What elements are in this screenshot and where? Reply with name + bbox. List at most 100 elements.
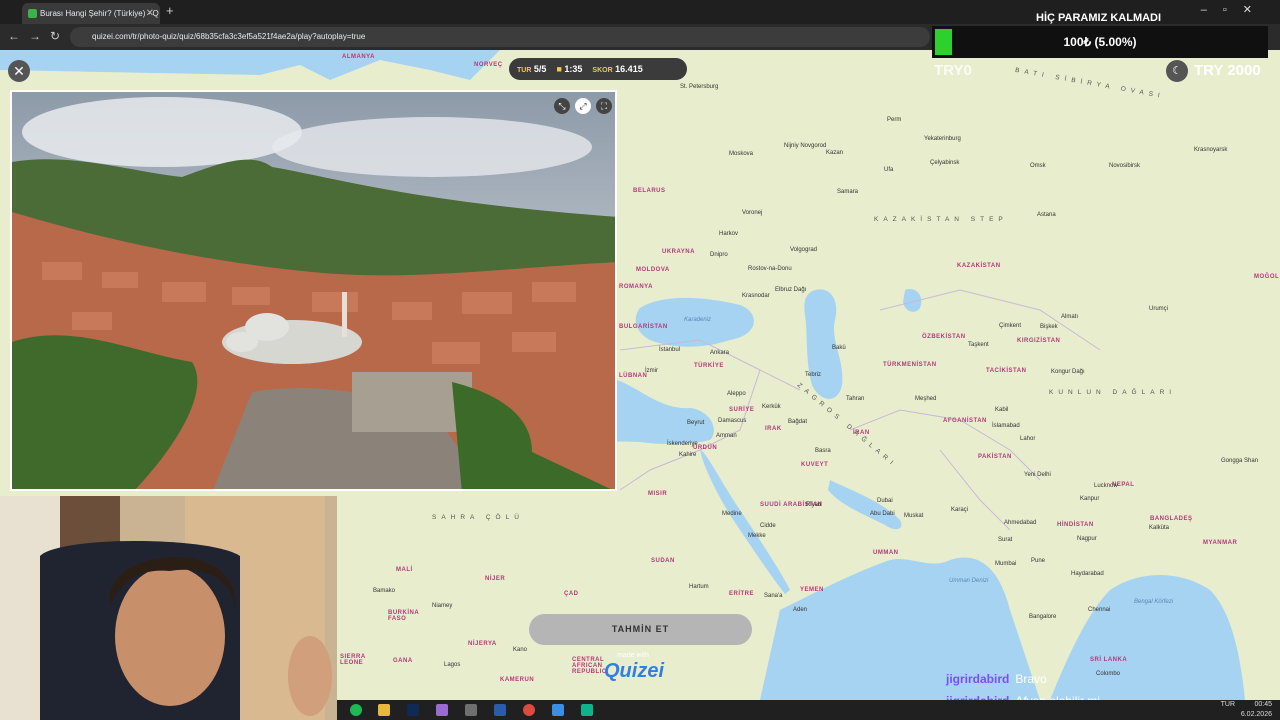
map-city-muscat: Muskat bbox=[904, 513, 924, 519]
map-city-dubai: Dubai bbox=[877, 498, 893, 504]
map-sea-black: Karadeniz bbox=[684, 317, 712, 323]
map-label-kyrgyzstan: KIRGIZİSTAN bbox=[1017, 338, 1061, 344]
guess-button[interactable]: TAHMİN ET bbox=[529, 614, 752, 645]
map-label-moldova: MOLDOVA bbox=[636, 267, 670, 273]
timer-icon: ■ bbox=[556, 64, 562, 74]
expand-icon[interactable]: ⤢ bbox=[575, 98, 591, 114]
obs-icon[interactable] bbox=[581, 704, 593, 716]
map-city-almaty: Almatı bbox=[1061, 314, 1079, 320]
map-city-islamabad: İslamabad bbox=[992, 423, 1020, 429]
map-label-turkmenistan: TÜRKMENİSTAN bbox=[883, 362, 937, 368]
map-sea-arabian: Umman Denizi bbox=[949, 578, 989, 584]
photoshop-icon[interactable] bbox=[407, 704, 419, 716]
forward-icon[interactable]: → bbox=[29, 29, 41, 43]
back-icon[interactable]: ← bbox=[8, 29, 20, 43]
map-city-lahore: Lahor bbox=[1020, 436, 1036, 442]
map-city-kanpur: Kanpur bbox=[1080, 496, 1100, 502]
file-explorer-icon[interactable] bbox=[378, 704, 390, 716]
map-sea-bengal: Bengal Körfezi bbox=[1134, 599, 1174, 605]
map-label-ukraine: UKRAYNA bbox=[662, 249, 695, 255]
close-quiz-button[interactable]: ✕ bbox=[8, 60, 30, 82]
clock-date: 6.02.2026 bbox=[1240, 711, 1272, 718]
close-tab-icon[interactable]: ✕ bbox=[146, 3, 154, 24]
map-city-new-delhi: Yeni Delhi bbox=[1024, 472, 1051, 478]
minecraft-icon[interactable] bbox=[465, 704, 477, 716]
map-label-sierra-leone: SIERRA LEONE bbox=[340, 654, 366, 666]
quiz-photo[interactable]: ⤡ ⤢ ⛶ bbox=[10, 90, 617, 491]
bay-of-bengal bbox=[1050, 575, 1245, 700]
donation-goal-bar: 100₺ (5.00%) bbox=[932, 26, 1268, 58]
map-region-kunlun: KUNLUN DAĞLARI bbox=[1049, 389, 1177, 396]
map-city-sanaa: Sana'a bbox=[764, 593, 783, 599]
map-city-basra: Basra bbox=[815, 448, 831, 454]
map-region-kazakh-steppe: KAZAKİSTAN STEP bbox=[874, 216, 1008, 223]
map-label-nigeria: NİJERYA bbox=[468, 641, 497, 647]
map-label-syria: SURİYE bbox=[729, 407, 755, 413]
tab-title: Burası Hangi Şehir? (Türkiye) - Q bbox=[40, 9, 159, 18]
map-city-voronezh: Voronej bbox=[742, 210, 763, 216]
score-value: 16.415 bbox=[615, 64, 643, 74]
map-city-niamey: Niamey bbox=[432, 603, 453, 609]
discord-icon[interactable] bbox=[436, 704, 448, 716]
language-indicator[interactable]: TUR bbox=[1221, 701, 1235, 708]
fullscreen-icon[interactable]: ⛶ bbox=[596, 98, 612, 114]
clock-time: 00:45 bbox=[1254, 701, 1272, 708]
map-city-bishkek: Bişkek bbox=[1040, 324, 1058, 330]
map-city-beirut: Beyrut bbox=[687, 420, 705, 426]
quizei-logo[interactable]: Quizei bbox=[604, 660, 664, 683]
map-city-mumbai: Mumbai bbox=[995, 561, 1017, 567]
map-city-izmir: İzmir bbox=[645, 368, 658, 374]
map-city-urumqi: Urumçi bbox=[1149, 306, 1168, 312]
favicon-icon bbox=[28, 9, 37, 18]
map-peak-kongur: Kongur Dağı bbox=[1051, 369, 1085, 375]
system-tray[interactable]: TUR 00:45 6.02.2026 bbox=[1221, 700, 1272, 720]
map-city-bangalore: Bangalore bbox=[1029, 614, 1057, 620]
reload-icon[interactable]: ↻ bbox=[50, 29, 60, 43]
url-text: quizei.com/tr/photo-quiz/quiz/68b35cfa3c… bbox=[92, 32, 366, 41]
map-label-turkey: TÜRKİYE bbox=[694, 363, 724, 369]
map-region-sahara: SAHRA ÇÖLÜ bbox=[432, 514, 524, 521]
map-city-omsk: Omsk bbox=[1030, 163, 1046, 169]
map-city-medina: Medine bbox=[722, 511, 742, 517]
map-city-dnipro: Dnipro bbox=[710, 252, 728, 258]
spotify-icon[interactable] bbox=[350, 704, 362, 716]
map-city-kharkiv: Harkov bbox=[719, 231, 739, 237]
map-label-india: HİNDİSTAN bbox=[1057, 522, 1094, 528]
chrome-icon[interactable] bbox=[523, 704, 535, 716]
map-city-surat: Surat bbox=[998, 537, 1013, 543]
map-city-tehran: Tahran bbox=[846, 396, 865, 402]
photo-scene bbox=[12, 92, 615, 489]
round-value: 5/5 bbox=[533, 64, 547, 74]
map-peak-elbrus: Elbruz Dağı bbox=[775, 287, 807, 293]
map-label-bangladesh: BANGLADEŞ bbox=[1150, 516, 1193, 522]
url-field[interactable]: quizei.com/tr/photo-quiz/quiz/68b35cfa3c… bbox=[70, 27, 930, 47]
new-tab-button[interactable]: + bbox=[166, 3, 174, 18]
map-city-perm: Perm bbox=[887, 117, 902, 123]
map-city-mecca: Mekke bbox=[748, 533, 766, 539]
chat-text: Bravo bbox=[1015, 672, 1047, 686]
map-city-cairo: Kahire bbox=[679, 452, 697, 458]
map-city-astana: Astana bbox=[1037, 212, 1056, 218]
map-city-moscow: Moskova bbox=[729, 151, 754, 157]
map-label-mali: MALİ bbox=[396, 567, 413, 573]
map-city-kirkuk: Kerkük bbox=[762, 404, 781, 410]
window-controls[interactable]: –▫✕ bbox=[1201, 3, 1268, 16]
tradingview-icon[interactable] bbox=[494, 704, 506, 716]
map-label-chad: ÇAD bbox=[564, 591, 579, 597]
map-city-tashkent: Taşkent bbox=[968, 342, 989, 348]
map-city-lagos: Lagos bbox=[444, 662, 461, 668]
windows-taskbar: TUR 00:45 6.02.2026 bbox=[337, 700, 1280, 720]
timer-value: 1:35 bbox=[564, 64, 583, 74]
map-city-istanbul: İstanbul bbox=[659, 347, 681, 353]
browser-tab[interactable]: Burası Hangi Şehir? (Türkiye) - Q ✕ bbox=[22, 3, 160, 24]
map-city-hyderabad: Haydarabad bbox=[1071, 571, 1104, 577]
map-city-kazan: Kazan bbox=[826, 150, 844, 156]
map-city-damascus: Damascus bbox=[718, 418, 747, 424]
theme-toggle-icon[interactable]: ☾ bbox=[1166, 60, 1188, 82]
notepad-icon[interactable] bbox=[552, 704, 564, 716]
chat-message: jigrirdabird Bravo bbox=[946, 672, 1047, 686]
map-city-bamako: Bamako bbox=[373, 588, 396, 594]
map-city-volgograd: Volgograd bbox=[790, 247, 818, 253]
shrink-icon[interactable]: ⤡ bbox=[554, 98, 570, 114]
map-label-afghanistan: AFGANİSTAN bbox=[943, 418, 987, 424]
